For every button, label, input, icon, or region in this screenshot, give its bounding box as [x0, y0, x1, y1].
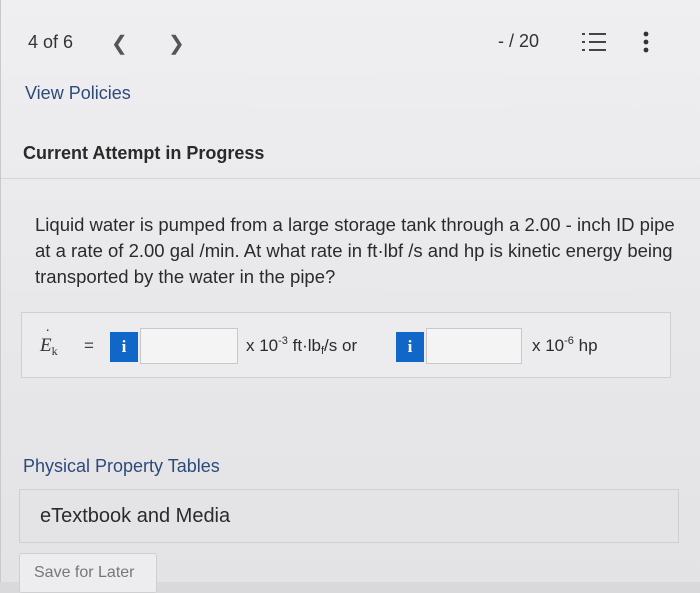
etextbook-media-panel[interactable]: eTextbook and Media: [19, 489, 679, 543]
numbered-list-icon[interactable]: [581, 30, 607, 54]
question-counter: 4 of 6: [28, 32, 74, 52]
question-page: 4 of 6 ❮ ❯ - / 20 View Policies Current …: [0, 0, 700, 593]
question-text: Liquid water is pumped from a large stor…: [35, 214, 675, 287]
top-bar: 4 of 6 ❮ ❯ - / 20: [1, 0, 700, 70]
view-policies-link[interactable]: View Policies: [25, 83, 131, 104]
divider: [1, 178, 700, 179]
info-icon[interactable]: i: [110, 332, 138, 362]
dot-accent: ˙: [45, 327, 51, 344]
attempt-heading: Current Attempt in Progress: [23, 143, 265, 163]
unit-ft-lbf-per-s: x 10-3 ft·lbf/s or: [246, 335, 358, 357]
score-display: - / 20: [498, 31, 540, 51]
answer-field-ft-lbf[interactable]: [140, 328, 238, 364]
equals-sign: =: [84, 336, 94, 355]
more-vertical-icon[interactable]: [641, 30, 651, 54]
etextbook-label: eTextbook and Media: [40, 505, 231, 527]
info-icon[interactable]: i: [396, 332, 424, 362]
save-for-later-button[interactable]: Save for Later: [19, 553, 157, 593]
physical-property-tables-link[interactable]: Physical Property Tables: [23, 456, 220, 477]
unit-hp: x 10-6 hp: [532, 335, 598, 355]
chevron-right-icon[interactable]: ❯: [168, 31, 185, 56]
chevron-left-icon[interactable]: ❮: [111, 31, 128, 56]
answer-field-hp[interactable]: [426, 328, 522, 364]
answer-row: ˙ Ek = i x 10-3 ft·lbf/s or i x 10-6 hp: [21, 312, 671, 378]
kinetic-energy-symbol: ˙ Ek: [40, 327, 58, 358]
